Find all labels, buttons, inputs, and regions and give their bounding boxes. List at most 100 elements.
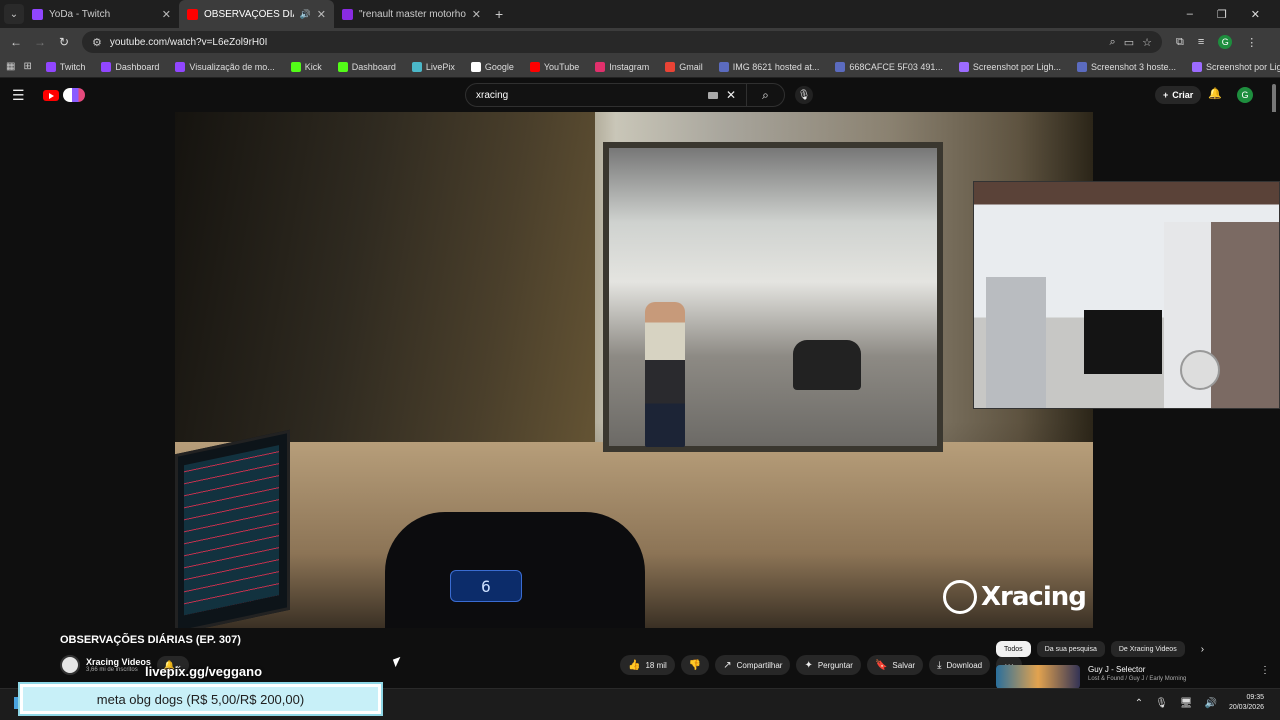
recommendation-more-icon[interactable]: ⋮ bbox=[1260, 665, 1270, 689]
share-button[interactable]: ↗ Compartilhar bbox=[715, 655, 791, 675]
ask-button[interactable]: ✦ Perguntar bbox=[796, 655, 861, 675]
bookmark-item[interactable]: Dashboard bbox=[95, 61, 165, 72]
video-actions: 👍 18 mil 👎 ↗ Compartilhar ✦ Perguntar 🔖 Salvar ⤓ D… bbox=[620, 655, 1023, 675]
site-info-icon[interactable]: ⚙ bbox=[92, 36, 102, 49]
window-controls: – ❐ ✕ bbox=[1187, 8, 1280, 21]
notifications-bell-icon[interactable]: 🔔 bbox=[1208, 87, 1222, 100]
reload-icon[interactable]: ↻ bbox=[52, 35, 76, 49]
browser-tab-strip: ⌄ YoDa - Twitch ✕ OBSERVAÇÕES DIÁRIAS (E… bbox=[0, 0, 1280, 28]
bookmark-item[interactable]: Visualização de mo... bbox=[169, 61, 280, 72]
extensions-icon[interactable]: ⧉ bbox=[1176, 36, 1184, 49]
menu-kebab-icon[interactable]: ⋮ bbox=[1246, 36, 1257, 49]
bookmark-item[interactable]: LivePix bbox=[406, 61, 461, 72]
bookmark-label: 668CAFCE 5F03 491... bbox=[849, 61, 943, 72]
bookmark-favicon-icon bbox=[290, 61, 301, 72]
video-frame[interactable]: 6 Xracing bbox=[175, 112, 1093, 628]
recommendation-title[interactable]: Guy J - Selector bbox=[1088, 665, 1252, 674]
recommendation-thumbnail[interactable] bbox=[996, 665, 1080, 689]
recommendation-item[interactable]: Guy J - Selector Lost & Found / Guy J / … bbox=[996, 665, 1276, 689]
bookmark-star-icon[interactable]: ☆ bbox=[1142, 36, 1152, 49]
bookmark-label: Visualização de mo... bbox=[189, 61, 275, 72]
bookmark-item[interactable]: Gmail bbox=[659, 61, 709, 72]
helmet-logo-icon bbox=[943, 580, 977, 614]
zoom-icon[interactable]: ⌕ bbox=[1110, 36, 1116, 49]
bookmark-item[interactable]: Google bbox=[465, 61, 520, 72]
system-clock[interactable]: 09:35 20/03/2026 bbox=[1229, 693, 1264, 713]
filter-chip[interactable]: De Xracing Videos bbox=[1110, 641, 1185, 657]
bookmark-item[interactable]: Kick bbox=[285, 61, 328, 72]
microphone-icon[interactable]: 🎙 bbox=[1155, 698, 1168, 709]
profile-avatar[interactable]: G bbox=[1218, 35, 1233, 49]
youtube-doodle-icon[interactable] bbox=[62, 88, 85, 102]
plus-icon: + bbox=[1163, 90, 1169, 100]
youtube-logo[interactable] bbox=[42, 89, 59, 101]
back-icon[interactable]: ← bbox=[4, 35, 28, 49]
like-button[interactable]: 👍 18 mil bbox=[620, 655, 675, 675]
reading-list-icon[interactable]: ≡ bbox=[1198, 36, 1204, 48]
bookmark-favicon-icon bbox=[175, 61, 186, 72]
bookmark-item[interactable]: Instagram bbox=[589, 61, 655, 72]
thumbs-up-icon: 👍 bbox=[628, 659, 641, 671]
bookmark-item[interactable]: Screenshot por Ligh... bbox=[953, 61, 1067, 72]
video-player[interactable]: 6 Xracing bbox=[0, 112, 1280, 628]
bookmark-favicon-icon bbox=[665, 61, 676, 72]
all-bookmarks-icon[interactable]: ⊞ bbox=[23, 61, 31, 72]
create-label: Criar bbox=[1172, 90, 1194, 100]
bookmark-item[interactable]: Dashboard bbox=[332, 61, 402, 72]
account-avatar[interactable]: G bbox=[1237, 87, 1253, 103]
omnibox[interactable]: ⚙ youtube.com/watch?v=L6eZol9rH0I ⌕ ▭ ☆ bbox=[82, 31, 1162, 53]
volume-icon[interactable]: 🔊 bbox=[1205, 698, 1217, 709]
tab-search[interactable]: "renault master motorhome" - ✕ bbox=[334, 0, 489, 28]
bookmark-item[interactable]: Screenshot 3 hoste... bbox=[1071, 61, 1182, 72]
forward-icon[interactable]: → bbox=[28, 35, 52, 49]
apps-icon[interactable]: ▦ bbox=[6, 61, 15, 72]
search-button[interactable]: ⌕ bbox=[746, 84, 784, 106]
filter-chip[interactable]: Da sua pesquisa bbox=[1036, 641, 1105, 657]
tab-search-button[interactable]: ⌄ bbox=[4, 4, 24, 24]
bookmark-item[interactable]: 668CAFCE 5F03 491... bbox=[829, 61, 949, 72]
tab-title: OBSERVAÇÕES DIÁRIAS (EP. bbox=[204, 8, 294, 20]
bookmark-item[interactable]: YouTube bbox=[524, 61, 585, 72]
tab-title: "renault master motorhome" - bbox=[359, 8, 466, 20]
close-tab-icon[interactable]: ✕ bbox=[472, 8, 481, 21]
save-button[interactable]: 🔖 Salvar bbox=[866, 655, 924, 675]
recommendation-info[interactable]: Guy J - Selector Lost & Found / Guy J / … bbox=[1088, 665, 1252, 689]
bookmark-item[interactable]: Screenshot por Ligh... bbox=[1186, 61, 1280, 72]
bookmark-label: YouTube bbox=[543, 61, 580, 72]
maximize-icon[interactable]: ❐ bbox=[1217, 8, 1227, 21]
url-text[interactable]: youtube.com/watch?v=L6eZol9rH0I bbox=[110, 37, 1102, 48]
create-button[interactable]: + Criar bbox=[1155, 86, 1202, 104]
close-window-icon[interactable]: ✕ bbox=[1251, 8, 1260, 21]
channel-name[interactable]: Xracing Videos bbox=[86, 657, 151, 667]
close-tab-icon[interactable]: ✕ bbox=[162, 8, 171, 21]
close-tab-icon[interactable]: ✕ bbox=[317, 8, 326, 21]
dislike-button[interactable]: 👎 bbox=[680, 655, 710, 675]
search-favicon-icon bbox=[342, 8, 353, 20]
minimize-icon[interactable]: – bbox=[1187, 8, 1193, 21]
chips-next-icon[interactable]: › bbox=[1201, 644, 1204, 655]
clear-search-icon[interactable]: ✕ bbox=[726, 88, 736, 102]
tab-youtube-active[interactable]: OBSERVAÇÕES DIÁRIAS (EP. 🔊 ✕ bbox=[179, 0, 334, 28]
twitch-favicon-icon bbox=[32, 8, 43, 20]
download-button[interactable]: ⤓ Download bbox=[929, 655, 991, 675]
tray-overflow-icon[interactable]: ⌃ bbox=[1135, 698, 1143, 709]
bookmark-favicon-icon bbox=[718, 61, 729, 72]
search-box[interactable]: xracing ✕ ⌕ bbox=[465, 83, 785, 107]
keyboard-icon[interactable] bbox=[707, 91, 718, 99]
search-input[interactable]: xracing bbox=[476, 90, 708, 101]
bookmark-favicon-icon bbox=[411, 61, 422, 72]
system-tray: ⌃ 🎙 🖥 🔊 09:35 20/03/2026 bbox=[1135, 693, 1264, 713]
network-icon[interactable]: 🖥 bbox=[1180, 698, 1193, 709]
bookmark-item[interactable]: IMG 8621 hosted at... bbox=[713, 61, 826, 72]
filter-chip[interactable]: Todos bbox=[996, 641, 1031, 657]
voice-search-icon[interactable]: 🎙 bbox=[795, 86, 813, 104]
new-tab-button[interactable]: + bbox=[495, 6, 503, 22]
cast-icon[interactable]: ▭ bbox=[1124, 36, 1134, 49]
audio-icon[interactable]: 🔊 bbox=[300, 9, 311, 20]
channel-avatar[interactable] bbox=[60, 655, 80, 675]
watermark-text: Xracing bbox=[981, 582, 1087, 612]
hamburger-menu-icon[interactable]: ☰ bbox=[12, 87, 25, 104]
tab-twitch[interactable]: YoDa - Twitch ✕ bbox=[24, 0, 179, 28]
speedometer-display: 6 bbox=[450, 570, 522, 602]
bookmark-item[interactable]: Twitch bbox=[40, 61, 92, 72]
